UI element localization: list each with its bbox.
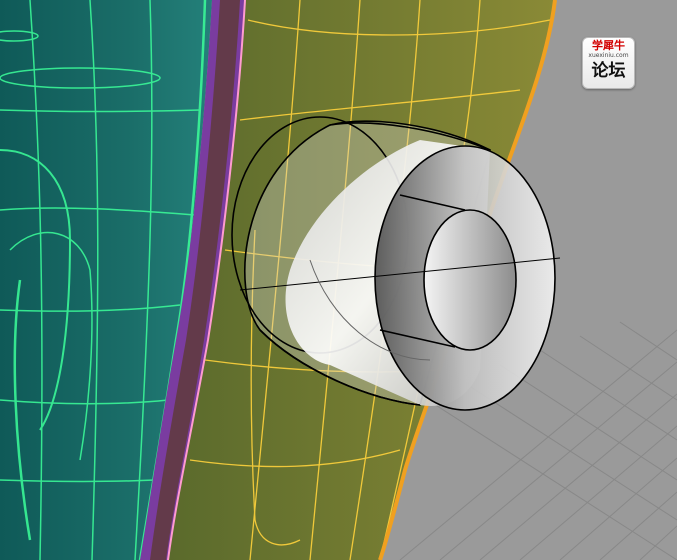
- watermark-bottom-text: 论坛: [591, 61, 626, 81]
- watermark-top-text: 学犀牛: [592, 39, 625, 52]
- watermark-url-text: xuexiniu.com: [588, 52, 629, 59]
- perspective-viewport[interactable]: [0, 0, 677, 560]
- xuexiniu-watermark-logo: 学犀牛 xuexiniu.com 论坛: [582, 37, 635, 89]
